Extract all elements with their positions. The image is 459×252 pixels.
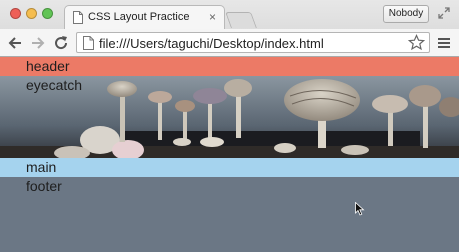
minimize-window-button[interactable] bbox=[26, 8, 37, 19]
tab-close-icon[interactable]: × bbox=[209, 10, 216, 24]
toolbar: file:///Users/taguchi/Desktop/index.html bbox=[0, 29, 459, 57]
menu-icon[interactable] bbox=[435, 34, 453, 52]
page-icon bbox=[83, 36, 94, 50]
star-icon[interactable] bbox=[408, 34, 425, 51]
header-label: header bbox=[26, 58, 70, 74]
browser-chrome: CSS Layout Practice × Nobody file:///Use… bbox=[0, 0, 459, 57]
zoom-window-button[interactable] bbox=[42, 8, 53, 19]
new-tab-button[interactable] bbox=[225, 12, 257, 28]
main-label: main bbox=[26, 159, 57, 175]
eyecatch-section: eyecatch bbox=[0, 76, 459, 158]
back-icon[interactable] bbox=[6, 34, 24, 52]
fullscreen-icon[interactable] bbox=[437, 6, 451, 20]
forward-icon[interactable] bbox=[29, 34, 47, 52]
main-section: main bbox=[0, 158, 459, 177]
footer-label: footer bbox=[26, 178, 62, 194]
page-viewport: header eyecatch main footer bbox=[0, 57, 459, 252]
cursor-icon bbox=[355, 202, 365, 216]
eyecatch-label: eyecatch bbox=[26, 77, 83, 93]
profile-button[interactable]: Nobody bbox=[383, 5, 429, 23]
address-bar[interactable]: file:///Users/taguchi/Desktop/index.html bbox=[76, 32, 430, 53]
browser-tab[interactable]: CSS Layout Practice × bbox=[64, 5, 225, 29]
header-section: header bbox=[0, 57, 459, 76]
title-bar: CSS Layout Practice × Nobody bbox=[0, 0, 459, 29]
url-text[interactable]: file:///Users/taguchi/Desktop/index.html bbox=[99, 36, 324, 51]
footer-section: footer bbox=[0, 177, 459, 252]
tab-favicon-icon bbox=[73, 11, 83, 24]
reload-icon[interactable] bbox=[52, 34, 70, 52]
close-window-button[interactable] bbox=[10, 8, 21, 19]
tab-title: CSS Layout Practice bbox=[88, 11, 190, 23]
